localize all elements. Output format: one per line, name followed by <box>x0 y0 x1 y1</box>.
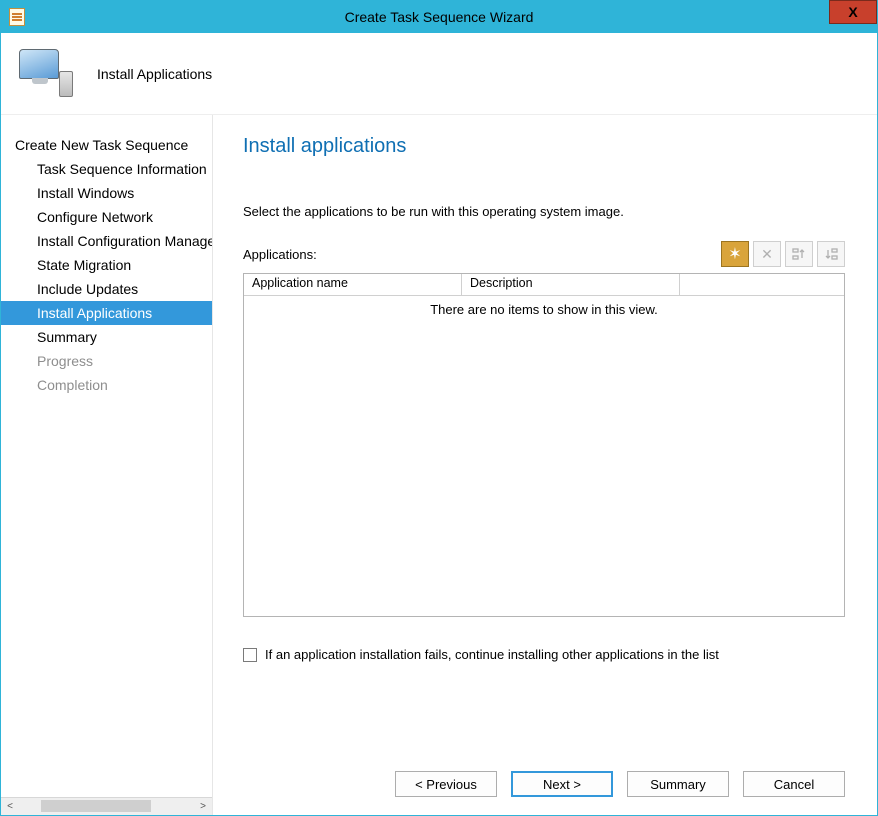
nav-tree: Create New Task Sequence Task Sequence I… <box>1 115 212 797</box>
nav-state-migration[interactable]: State Migration <box>1 253 212 277</box>
move-down-button <box>817 241 845 267</box>
x-icon: ✕ <box>761 246 773 263</box>
star-icon: ✶ <box>728 244 741 264</box>
main-panel: Install applications Select the applicat… <box>213 115 877 815</box>
scroll-track[interactable] <box>19 798 194 815</box>
previous-button[interactable]: < Previous <box>395 771 497 797</box>
wizard-window: Create Task Sequence Wizard X Install Ap… <box>0 0 878 816</box>
column-application-name[interactable]: Application name <box>244 274 462 295</box>
close-button[interactable]: X <box>829 0 877 24</box>
nav-configure-network[interactable]: Configure Network <box>1 205 212 229</box>
new-item-button[interactable]: ✶ <box>721 241 749 267</box>
cancel-button[interactable]: Cancel <box>743 771 845 797</box>
nav-install-config-manager[interactable]: Install Configuration Manager <box>1 229 212 253</box>
nav-include-updates[interactable]: Include Updates <box>1 277 212 301</box>
nav-root[interactable]: Create New Task Sequence <box>1 133 212 157</box>
move-up-button <box>785 241 813 267</box>
applications-toolbar: ✶ ✕ <box>721 241 845 267</box>
delete-button: ✕ <box>753 241 781 267</box>
move-up-icon <box>792 247 806 261</box>
scroll-right-icon[interactable]: > <box>194 798 212 815</box>
nav-task-sequence-info[interactable]: Task Sequence Information <box>1 157 212 181</box>
scroll-thumb[interactable] <box>41 800 151 812</box>
move-down-icon <box>824 247 838 261</box>
nav-completion: Completion <box>1 373 212 397</box>
applications-label: Applications: <box>243 247 317 262</box>
sidebar-scrollbar[interactable]: < > <box>1 797 212 815</box>
column-spacer <box>680 274 844 295</box>
sidebar: Create New Task Sequence Task Sequence I… <box>1 115 213 815</box>
applications-grid[interactable]: Application name Description There are n… <box>243 273 845 617</box>
summary-button[interactable]: Summary <box>627 771 729 797</box>
window-title: Create Task Sequence Wizard <box>1 9 877 25</box>
header: Install Applications <box>1 33 877 115</box>
nav-install-windows[interactable]: Install Windows <box>1 181 212 205</box>
instruction-text: Select the applications to be run with t… <box>243 204 845 219</box>
body: Create New Task Sequence Task Sequence I… <box>1 115 877 815</box>
column-description[interactable]: Description <box>462 274 680 295</box>
titlebar: Create Task Sequence Wizard X <box>1 1 877 33</box>
grid-empty-text: There are no items to show in this view. <box>244 296 844 616</box>
page-title: Install applications <box>243 135 845 158</box>
computer-icon <box>19 49 73 99</box>
continue-on-fail-row[interactable]: If an application installation fails, co… <box>243 647 845 662</box>
footer: < Previous Next > Summary Cancel <box>243 749 845 803</box>
grid-header: Application name Description <box>244 274 844 296</box>
continue-on-fail-label: If an application installation fails, co… <box>265 647 719 662</box>
next-button[interactable]: Next > <box>511 771 613 797</box>
nav-install-applications[interactable]: Install Applications <box>1 301 212 325</box>
nav-summary[interactable]: Summary <box>1 325 212 349</box>
scroll-left-icon[interactable]: < <box>1 798 19 815</box>
continue-on-fail-checkbox[interactable] <box>243 648 257 662</box>
nav-progress: Progress <box>1 349 212 373</box>
header-title: Install Applications <box>97 66 212 82</box>
